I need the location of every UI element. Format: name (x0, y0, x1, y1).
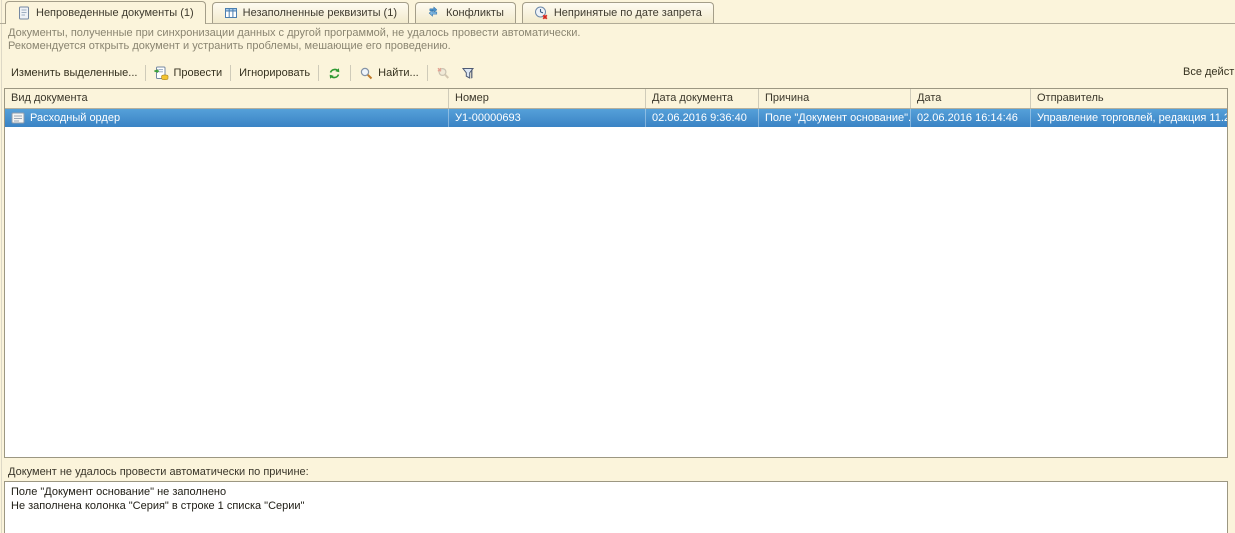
post-document-icon (154, 66, 169, 81)
configure-list-button[interactable] (456, 63, 481, 84)
cell-reason: Поле "Документ основание"... (759, 109, 911, 127)
column-header-doc-date[interactable]: Дата документа (646, 89, 759, 108)
cell-date: 02.06.2016 16:14:46 (911, 109, 1031, 127)
column-header-date[interactable]: Дата (911, 89, 1031, 108)
magnifier-cancel-icon (436, 66, 451, 81)
tab-unfilled-attributes[interactable]: Незаполненные реквизиты (1) (212, 2, 409, 23)
cell-number: У1-00000693 (449, 109, 646, 127)
change-selected-button[interactable]: Изменить выделенные... (6, 64, 142, 82)
column-header-sender[interactable]: Отправитель (1031, 89, 1227, 108)
cell-sender: Управление торговлей, редакция 11.2 (1031, 109, 1227, 127)
tab-label: Непроведенные документы (1) (36, 7, 194, 19)
table-row[interactable]: Расходный ордер У1-00000693 02.06.2016 9… (5, 109, 1227, 127)
toolbar: Изменить выделенные... Провести Игнориро… (6, 61, 481, 85)
magnifier-icon (359, 66, 374, 81)
toolbar-separator (350, 65, 351, 81)
tab-unposted-documents[interactable]: Непроведенные документы (1) (5, 1, 206, 24)
description-text: Документы, полученные при синхронизации … (8, 27, 1223, 53)
tab-conflicts[interactable]: Конфликты (415, 2, 516, 23)
sync-arrows-icon (427, 6, 441, 20)
document-row-icon (11, 112, 25, 124)
column-header-doc-type[interactable]: Вид документа (5, 89, 449, 108)
reason-label: Документ не удалось провести автоматичес… (8, 466, 309, 478)
tab-label: Конфликты (446, 7, 504, 19)
reason-line-2: Не заполнена колонка "Серия" в строке 1 … (11, 499, 1221, 513)
document-icon (17, 6, 31, 20)
refresh-icon (327, 66, 342, 81)
tab-rejected-by-date[interactable]: Непринятые по дате запрета (522, 2, 714, 23)
find-button[interactable]: Найти... (354, 63, 424, 84)
table-icon (224, 6, 238, 20)
description-line-2: Рекомендуется открыть документ и устрани… (8, 40, 1223, 53)
description-line-1: Документы, полученные при синхронизации … (8, 27, 1223, 40)
toolbar-separator (230, 65, 231, 81)
cancel-find-button[interactable] (431, 63, 456, 84)
post-button[interactable]: Провести (149, 63, 227, 84)
toolbar-separator (318, 65, 319, 81)
window-left-edge (1, 0, 2, 533)
tab-bar: Непроведенные документы (1) Незаполненны… (0, 0, 1235, 24)
sync-warnings-window: Непроведенные документы (1) Незаполненны… (0, 0, 1235, 533)
toolbar-separator (427, 65, 428, 81)
documents-table: Вид документа Номер Дата документа Причи… (4, 88, 1228, 458)
reason-text-field[interactable]: Поле "Документ основание" не заполнено Н… (4, 481, 1228, 533)
cell-doc-date: 02.06.2016 9:36:40 (646, 109, 759, 127)
table-empty-area (5, 127, 1227, 457)
filter-settings-icon (461, 66, 476, 81)
tab-label: Незаполненные реквизиты (1) (243, 7, 397, 19)
tab-label: Непринятые по дате запрета (554, 7, 702, 19)
table-header: Вид документа Номер Дата документа Причи… (5, 89, 1227, 109)
refresh-button[interactable] (322, 63, 347, 84)
all-actions-button[interactable]: Все действия (1183, 66, 1235, 78)
column-header-number[interactable]: Номер (449, 89, 646, 108)
cell-doc-type: Расходный ордер (5, 109, 449, 127)
clock-denied-icon (534, 6, 549, 20)
reason-line-1: Поле "Документ основание" не заполнено (11, 485, 1221, 499)
ignore-button[interactable]: Игнорировать (234, 64, 315, 82)
column-header-reason[interactable]: Причина (759, 89, 911, 108)
toolbar-separator (145, 65, 146, 81)
